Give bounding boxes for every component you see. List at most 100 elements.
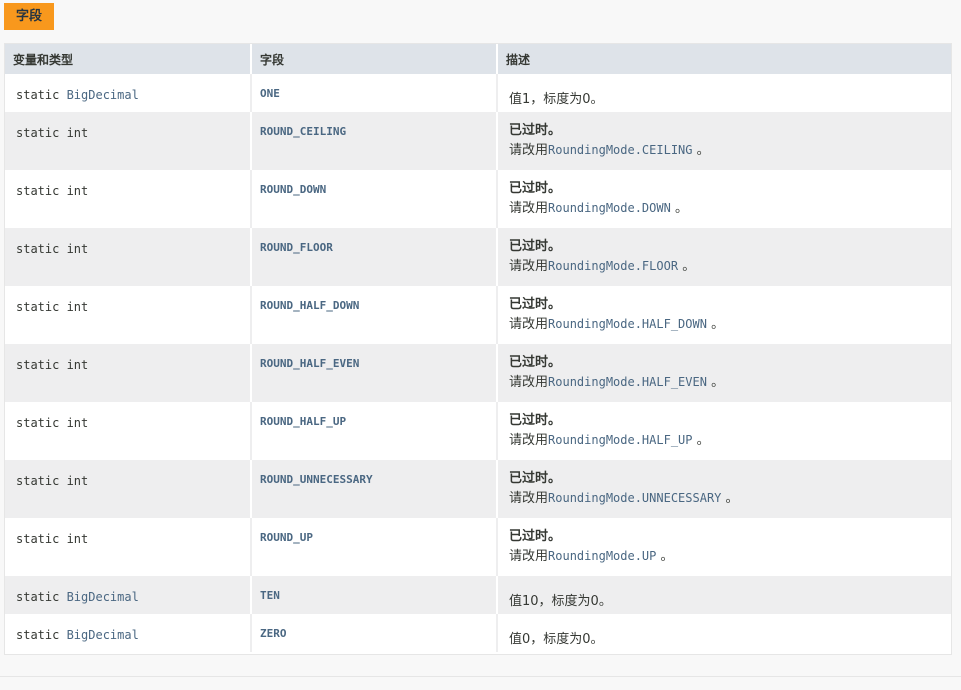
modifier-text: static int <box>16 474 89 488</box>
modifier-text: static int <box>16 184 89 198</box>
field-link[interactable]: ROUND_FLOOR <box>260 241 333 254</box>
use-instead-text: 请改用RoundingMode.FLOOR 。 <box>509 257 951 276</box>
type-link[interactable]: BigDecimal <box>67 590 139 604</box>
modifier-text: static int <box>16 242 89 256</box>
rounding-mode-link[interactable]: RoundingMode.FLOOR <box>548 259 678 273</box>
use-instead-text: 请改用RoundingMode.HALF_DOWN 。 <box>509 315 951 334</box>
description-cell: 值10，标度为0。 <box>497 576 951 614</box>
modifier-text: static int <box>16 532 89 546</box>
rounding-mode-link[interactable]: RoundingMode.HALF_DOWN <box>548 317 707 331</box>
table-row: static int ROUND_UP 已过时。 请改用RoundingMode… <box>5 518 951 576</box>
use-instead-prefix: 请改用 <box>509 143 549 158</box>
field-summary-caption: 字段 <box>4 3 55 30</box>
description-cell: 值1，标度为0。 <box>497 74 951 112</box>
field-link[interactable]: TEN <box>260 589 280 602</box>
table-row: static int ROUND_DOWN 已过时。 请改用RoundingMo… <box>5 170 951 228</box>
table-header-row: 变量和类型 字段 描述 <box>5 44 951 74</box>
modifier-text: static int <box>16 358 89 372</box>
rounding-mode-link[interactable]: RoundingMode.CEILING <box>548 143 693 157</box>
modifier-type-cell: static int <box>5 344 252 402</box>
deprecated-label: 已过时。 <box>509 181 562 196</box>
field-link[interactable]: ONE <box>260 87 280 100</box>
use-instead-text: 请改用RoundingMode.UP 。 <box>509 547 951 566</box>
description-cell: 值0，标度为0。 <box>497 614 951 652</box>
header-field: 字段 <box>251 44 498 74</box>
use-instead-text: 请改用RoundingMode.HALF_UP 。 <box>509 431 951 450</box>
field-summary-caption-wrap: 字段 <box>4 3 55 30</box>
rounding-mode-link[interactable]: RoundingMode.HALF_UP <box>548 433 693 447</box>
field-summary-panel: 变量和类型 字段 描述 static BigDecimal ONE 值1，标度为… <box>4 43 952 655</box>
field-link[interactable]: ROUND_DOWN <box>260 183 326 196</box>
header-modifier-type: 变量和类型 <box>5 44 252 74</box>
rounding-mode-link[interactable]: RoundingMode.UNNECESSARY <box>548 491 721 505</box>
modifier-type-cell: static int <box>5 286 252 344</box>
modifier-text: static <box>16 628 67 642</box>
field-link[interactable]: ROUND_HALF_UP <box>260 415 346 428</box>
deprecated-label: 已过时。 <box>509 355 562 370</box>
use-instead-text: 请改用RoundingMode.CEILING 。 <box>509 141 951 160</box>
field-summary-table: 变量和类型 字段 描述 static BigDecimal ONE 值1，标度为… <box>5 44 951 652</box>
field-link[interactable]: ROUND_CEILING <box>260 125 346 138</box>
rounding-mode-link[interactable]: RoundingMode.HALF_EVEN <box>548 375 707 389</box>
field-link[interactable]: ZERO <box>260 627 287 640</box>
type-link[interactable]: BigDecimal <box>67 628 139 642</box>
modifier-type-cell: static int <box>5 460 252 518</box>
description-cell: 已过时。 请改用RoundingMode.DOWN 。 <box>497 170 951 228</box>
field-link[interactable]: ROUND_HALF_EVEN <box>260 357 359 370</box>
use-instead-prefix: 请改用 <box>509 317 549 332</box>
modifier-type-cell: static int <box>5 112 252 170</box>
field-link[interactable]: ROUND_HALF_DOWN <box>260 299 359 312</box>
rounding-mode-link[interactable]: RoundingMode.UP <box>548 549 656 563</box>
modifier-type-cell: static int <box>5 228 252 286</box>
deprecated-label: 已过时。 <box>509 123 562 138</box>
description-cell: 已过时。 请改用RoundingMode.UNNECESSARY 。 <box>497 460 951 518</box>
table-row: static int ROUND_UNNECESSARY 已过时。 请改用Rou… <box>5 460 951 518</box>
use-instead-suffix: 。 <box>670 201 688 216</box>
field-cell: ROUND_HALF_EVEN <box>251 344 498 402</box>
field-cell: ZERO <box>251 614 498 652</box>
modifier-type-cell: static int <box>5 402 252 460</box>
deprecated-label: 已过时。 <box>509 529 562 544</box>
description-cell: 已过时。 请改用RoundingMode.UP 。 <box>497 518 951 576</box>
deprecated-label: 已过时。 <box>509 471 562 486</box>
field-cell: ROUND_CEILING <box>251 112 498 170</box>
field-cell: ROUND_HALF_DOWN <box>251 286 498 344</box>
rounding-mode-link[interactable]: RoundingMode.DOWN <box>548 201 671 215</box>
description-cell: 已过时。 请改用RoundingMode.HALF_UP 。 <box>497 402 951 460</box>
field-cell: ROUND_FLOOR <box>251 228 498 286</box>
modifier-type-cell: static int <box>5 170 252 228</box>
modifier-text: static <box>16 88 67 102</box>
modifier-text: static int <box>16 300 89 314</box>
field-link[interactable]: ROUND_UP <box>260 531 313 544</box>
table-row: static int ROUND_HALF_EVEN 已过时。 请改用Round… <box>5 344 951 402</box>
modifier-type-cell: static BigDecimal <box>5 614 252 652</box>
deprecated-label: 已过时。 <box>509 297 562 312</box>
use-instead-text: 请改用RoundingMode.HALF_EVEN 。 <box>509 373 951 392</box>
description-text: 值0，标度为0。 <box>509 632 604 647</box>
use-instead-prefix: 请改用 <box>509 433 549 448</box>
use-instead-suffix: 。 <box>721 491 739 506</box>
modifier-type-cell: static BigDecimal <box>5 74 252 112</box>
description-text: 值1，标度为0。 <box>509 92 604 107</box>
use-instead-text: 请改用RoundingMode.UNNECESSARY 。 <box>509 489 951 508</box>
description-cell: 已过时。 请改用RoundingMode.HALF_EVEN 。 <box>497 344 951 402</box>
use-instead-suffix: 。 <box>656 549 674 564</box>
description-cell: 已过时。 请改用RoundingMode.CEILING 。 <box>497 112 951 170</box>
deprecated-label: 已过时。 <box>509 413 562 428</box>
description-cell: 已过时。 请改用RoundingMode.HALF_DOWN 。 <box>497 286 951 344</box>
field-cell: TEN <box>251 576 498 614</box>
use-instead-suffix: 。 <box>706 317 725 332</box>
page-divider <box>0 676 961 677</box>
field-cell: ONE <box>251 74 498 112</box>
use-instead-suffix: 。 <box>692 143 710 158</box>
use-instead-suffix: 。 <box>692 433 710 448</box>
field-link[interactable]: ROUND_UNNECESSARY <box>260 473 373 486</box>
use-instead-text: 请改用RoundingMode.DOWN 。 <box>509 199 951 218</box>
field-cell: ROUND_UP <box>251 518 498 576</box>
modifier-text: static int <box>16 126 89 140</box>
use-instead-prefix: 请改用 <box>509 491 549 506</box>
use-instead-suffix: 。 <box>706 375 725 390</box>
modifier-text: static int <box>16 416 89 430</box>
field-cell: ROUND_UNNECESSARY <box>251 460 498 518</box>
type-link[interactable]: BigDecimal <box>67 88 139 102</box>
